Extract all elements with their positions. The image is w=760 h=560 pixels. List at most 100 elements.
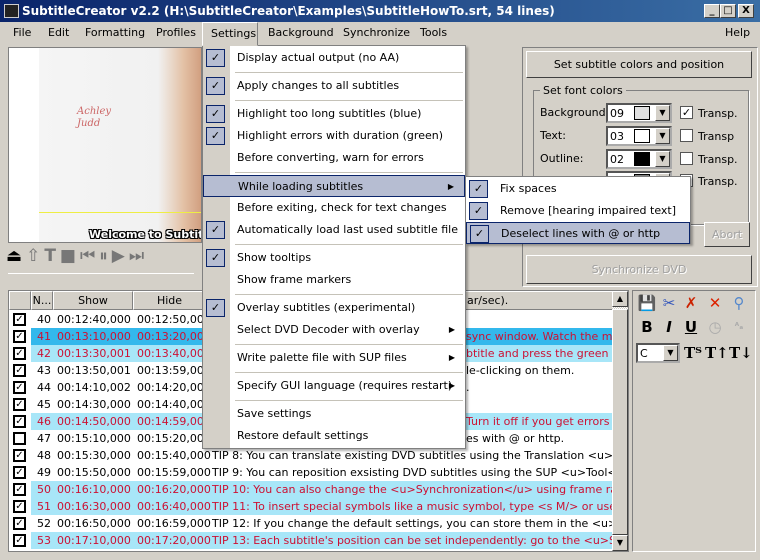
delete-merge-icon[interactable]: ✗ [681, 293, 701, 313]
scroll-down-button[interactable]: ▼ [612, 535, 628, 551]
transparent-checkbox[interactable]: ✓ [680, 106, 693, 119]
menu-separator [235, 344, 463, 345]
fast-forward-icon[interactable]: ⏭ [129, 246, 148, 266]
delete-icon[interactable]: ✕ [705, 293, 725, 313]
column-header-hide[interactable]: Hide [133, 291, 206, 310]
table-row[interactable]: ✓ 52 00:16:50,000 00:16:59,000 TIP 12: If yo… [9, 515, 628, 532]
text-icon[interactable]: T [44, 246, 60, 266]
chevron-down-icon[interactable]: ▼ [663, 345, 678, 361]
table-row[interactable]: ✓ 49 00:15:50,000 00:15:59,000 TIP 9: You ca… [9, 464, 628, 481]
superscript-icon[interactable]: Tᵀ [683, 343, 703, 363]
scissors-icon[interactable]: ✂ [659, 293, 679, 313]
table-row[interactable]: ✓ 51 00:16:30,000 00:16:40,000 TIP 11: To in… [9, 498, 628, 515]
row-checkbox[interactable]: ✓ [13, 449, 26, 462]
menu-profiles[interactable]: Profiles [156, 26, 196, 39]
column-header-number[interactable]: N... [31, 291, 53, 310]
transparent-label: Transp [698, 130, 735, 143]
row-checkbox[interactable]: ✓ [13, 534, 26, 547]
submenu-item[interactable]: ✓ Remove [hearing impaired text] [466, 200, 690, 222]
submenu-item[interactable]: ✓ Fix spaces [466, 178, 690, 200]
menu-edit[interactable]: Edit [48, 26, 69, 39]
scroll-thumb[interactable] [612, 309, 628, 535]
menu-item[interactable]: ✓ Highlight errors with duration (green) [203, 125, 465, 147]
eject-icon[interactable]: ⏏ [6, 246, 26, 266]
minimize-button[interactable]: _ [704, 4, 720, 18]
row-checkbox[interactable]: ✓ [13, 347, 26, 360]
row-show-time: 00:16:10,000 [57, 483, 131, 496]
row-checkbox[interactable]: ✓ [13, 466, 26, 479]
row-checkbox[interactable]: ✓ [13, 483, 26, 496]
move-down-icon[interactable]: T↓ [729, 343, 753, 363]
menu-item[interactable]: Write palette file with SUP files ▶ [203, 347, 465, 369]
font-color-value: 03 [610, 130, 624, 143]
chevron-down-icon[interactable]: ▼ [655, 151, 670, 167]
font-combo[interactable]: C ▼ [636, 343, 680, 363]
menu-item[interactable]: Before converting, warn for errors [203, 147, 465, 169]
row-checkbox[interactable]: ✓ [13, 415, 26, 428]
bold-icon[interactable]: B [637, 317, 657, 337]
table-row[interactable]: ✓ 53 00:17:10,000 00:17:20,000 TIP 13: Each … [9, 532, 628, 549]
menu-file[interactable]: File [13, 26, 31, 39]
column-header-show[interactable]: Show [53, 291, 133, 310]
menu-formatting[interactable]: Formatting [85, 26, 145, 39]
vertical-scrollbar[interactable]: ▲ ▼ [612, 291, 628, 551]
row-checkbox[interactable]: ✓ [13, 517, 26, 530]
menu-item[interactable]: Restore default settings [203, 425, 465, 447]
font-color-combo[interactable]: 09 ▼ [606, 103, 672, 123]
maximize-button[interactable]: □ [720, 4, 736, 18]
home-icon[interactable]: ⇧ [26, 246, 44, 266]
close-button[interactable]: X [738, 4, 754, 18]
menu-synchronize[interactable]: Synchronize [343, 26, 410, 39]
move-up-icon[interactable]: T↑ [705, 343, 729, 363]
synchronize-dvd-button[interactable]: Synchronize DVD [526, 255, 752, 284]
row-checkbox[interactable]: ✓ [13, 364, 26, 377]
scroll-up-button[interactable]: ▲ [612, 291, 628, 307]
font-color-combo[interactable]: 03 ▼ [606, 126, 672, 146]
transparent-checkbox[interactable] [680, 129, 693, 142]
menu-item[interactable]: Select DVD Decoder with overlay ▶ [203, 319, 465, 341]
menu-background[interactable]: Background [268, 26, 334, 39]
menu-item[interactable]: Before exiting, check for text changes [203, 197, 465, 219]
row-checkbox[interactable] [13, 432, 26, 445]
transparent-checkbox[interactable] [680, 152, 693, 165]
column-header-check[interactable] [9, 291, 31, 310]
row-number: 52 [37, 517, 51, 530]
chevron-down-icon[interactable]: ▼ [655, 128, 670, 144]
seek-bar[interactable] [8, 273, 194, 274]
menu-item[interactable]: While loading subtitles ▶ [203, 175, 465, 197]
set-subtitle-colors-button[interactable]: Set subtitle colors and position [526, 51, 752, 78]
font-color-combo[interactable]: 02 ▼ [606, 149, 672, 169]
menu-item[interactable]: ✓ Overlay subtitles (experimental) [203, 297, 465, 319]
menu-item[interactable]: Specify GUI language (requires restart) ▶ [203, 375, 465, 397]
pause-icon[interactable]: ⏸ [99, 246, 112, 266]
italic-icon[interactable]: I [659, 317, 679, 337]
menu-item[interactable]: ✓ Automatically load last used subtitle f… [203, 219, 465, 241]
play-icon[interactable]: ▶ [112, 246, 129, 266]
abort-button[interactable]: Abort [704, 222, 750, 247]
row-checkbox[interactable]: ✓ [13, 313, 26, 326]
table-row[interactable]: ✓ 48 00:15:30,000 00:15:40,000 TIP 8: You ca… [9, 447, 628, 464]
menu-item[interactable]: Show frame markers [203, 269, 465, 291]
menu-tools[interactable]: Tools [420, 26, 447, 39]
chevron-down-icon[interactable]: ▼ [655, 105, 670, 121]
row-text: btitle and press the green a... [466, 347, 629, 360]
menu-item[interactable]: ✓ Apply changes to all subtitles [203, 75, 465, 97]
underline-icon[interactable]: U [681, 317, 701, 337]
stop-icon[interactable]: ■ [60, 246, 80, 266]
search-icon[interactable]: ⚲ [729, 293, 749, 313]
menu-item[interactable]: ✓ Show tooltips [203, 247, 465, 269]
rewind-icon[interactable]: ⏮ [80, 246, 99, 266]
menu-item[interactable]: ✓ Display actual output (no AA) [203, 47, 465, 69]
submenu-item[interactable]: ✓ Deselect lines with @ or http [466, 222, 690, 244]
menu-item[interactable]: Save settings [203, 403, 465, 425]
row-checkbox[interactable]: ✓ [13, 500, 26, 513]
menu-item[interactable]: ✓ Highlight too long subtitles (blue) [203, 103, 465, 125]
save-icon[interactable]: 💾 [637, 293, 657, 313]
row-checkbox[interactable]: ✓ [13, 398, 26, 411]
menu-help[interactable]: Help [725, 26, 750, 39]
row-checkbox[interactable]: ✓ [13, 381, 26, 394]
row-checkbox[interactable]: ✓ [13, 330, 26, 343]
table-row[interactable]: ✓ 50 00:16:10,000 00:16:20,000 TIP 10: You c… [9, 481, 628, 498]
menu-separator [235, 372, 463, 373]
menu-settings[interactable]: Settings [202, 22, 258, 46]
